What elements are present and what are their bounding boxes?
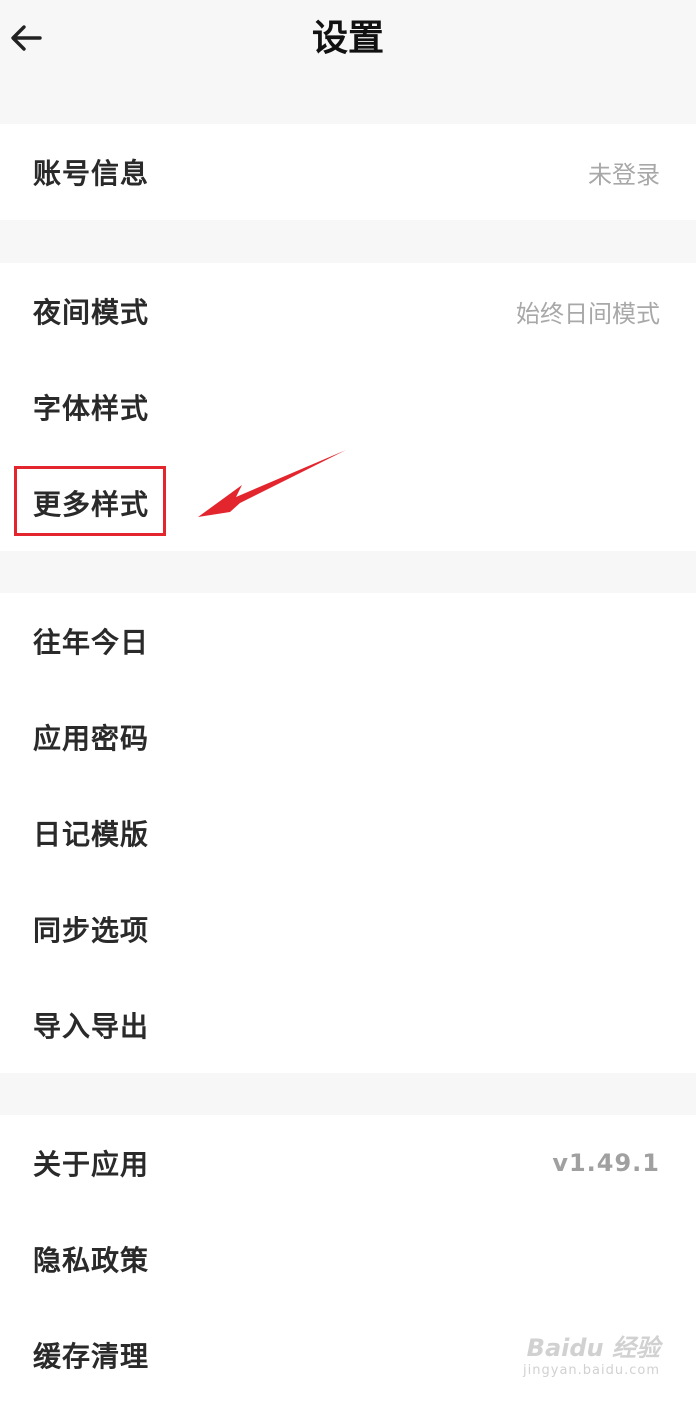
clear-cache-label: 缓存清理 xyxy=(33,1340,150,1373)
header-bar: 设置 xyxy=(0,0,696,80)
account-info-label: 账号信息 xyxy=(33,157,150,190)
night-mode-label: 夜间模式 xyxy=(33,296,150,329)
watermark-main: Baidu 经验 xyxy=(526,1334,660,1362)
watermark-sub: jingyan.baidu.com xyxy=(523,1363,660,1378)
account-info-value: 未登录 xyxy=(588,160,660,189)
account-info-row[interactable]: 账号信息 未登录 xyxy=(0,124,696,220)
annotation-arrow-icon xyxy=(198,450,346,517)
font-style-row[interactable]: 字体样式 xyxy=(0,359,696,455)
about-app-row[interactable]: 关于应用 v1.49.1 xyxy=(0,1115,696,1211)
settings-group-features: 往年今日 应用密码 日记模版 同步选项 导入导出 xyxy=(0,593,696,1073)
font-style-label: 字体样式 xyxy=(33,392,150,425)
watermark: Baidu 经验 jingyan.baidu.com xyxy=(523,1328,660,1378)
on-this-day-label: 往年今日 xyxy=(33,626,150,659)
import-export-row[interactable]: 导入导出 xyxy=(0,977,696,1073)
privacy-policy-row[interactable]: 隐私政策 xyxy=(0,1211,696,1307)
privacy-policy-label: 隐私政策 xyxy=(33,1244,150,1277)
sync-options-row[interactable]: 同步选项 xyxy=(0,881,696,977)
diary-template-row[interactable]: 日记模版 xyxy=(0,785,696,881)
about-app-label: 关于应用 xyxy=(33,1148,150,1181)
on-this-day-row[interactable]: 往年今日 xyxy=(0,593,696,689)
diary-template-label: 日记模版 xyxy=(33,818,150,851)
sync-options-label: 同步选项 xyxy=(33,914,150,947)
app-version-value: v1.49.1 xyxy=(552,1149,660,1177)
night-mode-value: 始终日间模式 xyxy=(516,299,660,328)
import-export-label: 导入导出 xyxy=(33,1010,150,1043)
night-mode-row[interactable]: 夜间模式 始终日间模式 xyxy=(0,263,696,359)
app-password-row[interactable]: 应用密码 xyxy=(0,689,696,785)
page-title: 设置 xyxy=(311,18,384,59)
settings-group-account: 账号信息 未登录 xyxy=(0,124,696,220)
app-password-label: 应用密码 xyxy=(33,722,150,755)
highlight-box xyxy=(14,466,166,536)
